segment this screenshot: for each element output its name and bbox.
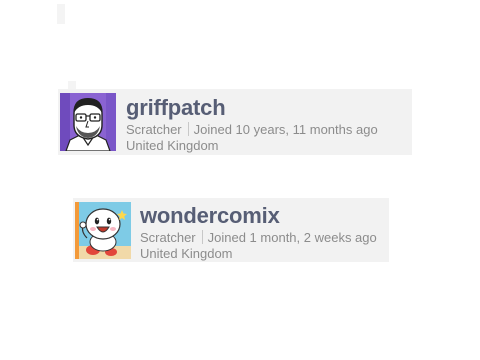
user-card-wondercomix[interactable]: wondercomix Scratcher Joined 1 month, 2 w… (73, 198, 389, 262)
join-date: Joined 10 years, 11 months ago (193, 122, 378, 137)
man-with-glasses-avatar-icon[interactable] (60, 93, 116, 151)
username-link[interactable]: wondercomix (140, 203, 383, 229)
meta-divider (187, 122, 189, 136)
user-meta: Scratcher Joined 10 years, 11 months ago (126, 122, 406, 138)
user-location: United Kingdom (140, 246, 233, 261)
meta-divider (201, 230, 203, 244)
user-info: griffpatch Scratcher Joined 10 years, 11 … (126, 95, 406, 154)
cartoon-character-avatar-icon[interactable] (75, 202, 131, 259)
user-info: wondercomix Scratcher Joined 1 month, 2 w… (140, 203, 383, 262)
user-meta: Scratcher Joined 1 month, 2 weeks ago (140, 230, 383, 246)
user-role: Scratcher (140, 230, 196, 245)
background-fragment (68, 81, 76, 89)
avatar-drawing (60, 93, 116, 151)
user-location: United Kingdom (126, 138, 219, 153)
user-card-griffpatch[interactable]: griffpatch Scratcher Joined 10 years, 11 … (58, 89, 412, 155)
background-fragment (57, 4, 65, 24)
user-role: Scratcher (126, 122, 182, 137)
username-link[interactable]: griffpatch (126, 95, 406, 121)
join-date: Joined 1 month, 2 weeks ago (207, 230, 377, 245)
avatar-drawing (75, 202, 131, 259)
user-cards-canvas: griffpatch Scratcher Joined 10 years, 11 … (0, 0, 480, 360)
